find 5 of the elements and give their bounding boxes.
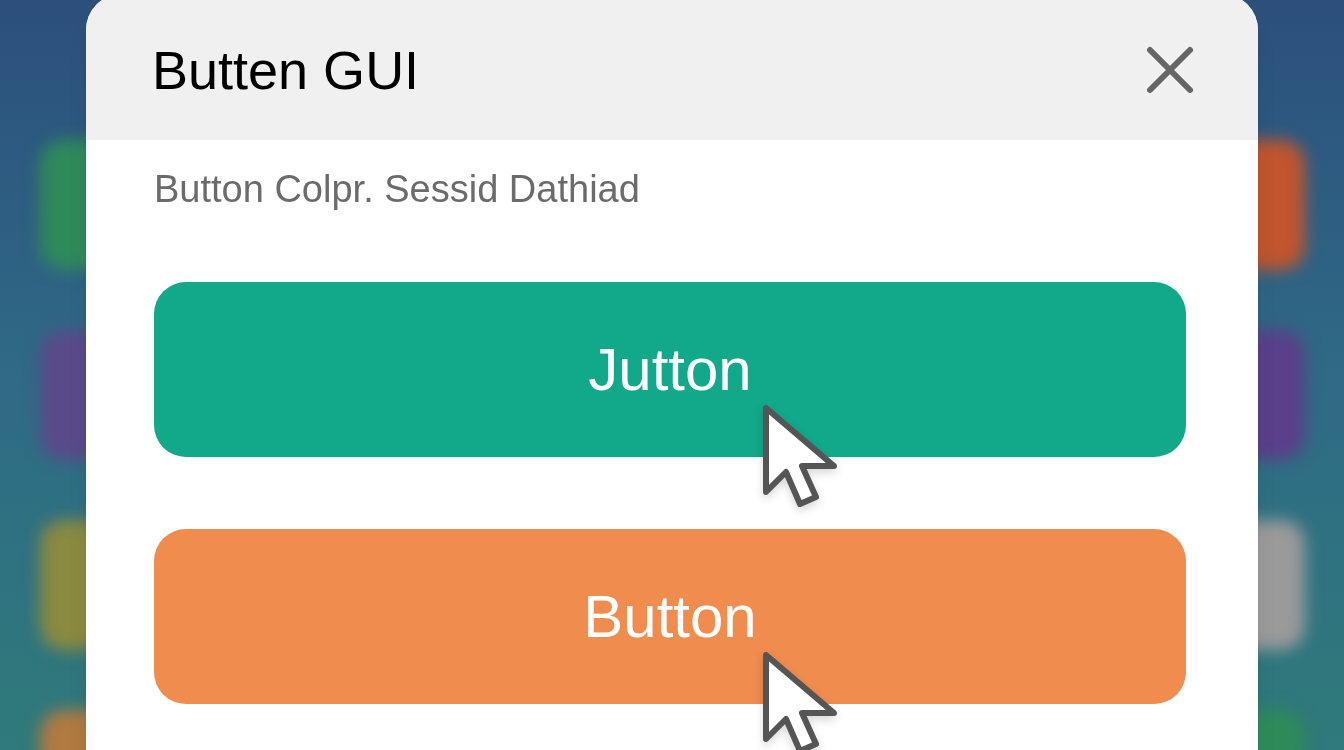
dialog-subtitle: Button Colpr. Sessid Dathiad bbox=[154, 167, 641, 212]
close-icon[interactable] bbox=[1144, 44, 1196, 96]
action-button[interactable]: Button bbox=[154, 529, 1186, 704]
dialog-title: Butten GUI bbox=[152, 38, 420, 102]
action-button[interactable]: Jutton bbox=[154, 282, 1186, 457]
